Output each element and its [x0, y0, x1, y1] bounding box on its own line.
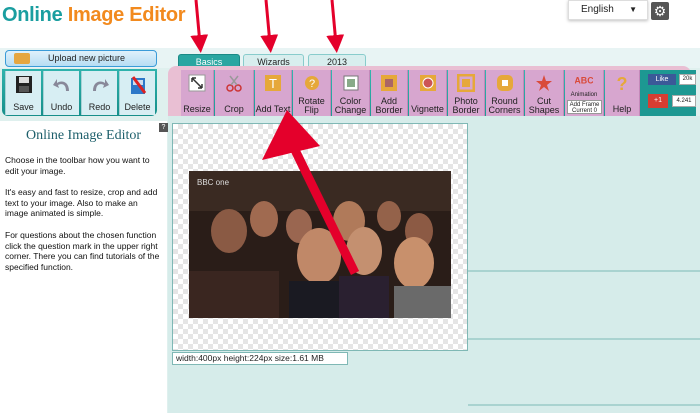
tool-cut-shapes-label: Cut Shapes [525, 97, 563, 115]
change-label: Change [334, 105, 367, 115]
rotate-icon: ? [304, 76, 319, 90]
panel-paragraph-2: It's easy and fast to resize, crop and a… [5, 187, 158, 218]
photo-watermark: BBC one [197, 178, 230, 187]
tool-add-text-label: Add Text [255, 104, 291, 114]
folder-icon [14, 53, 30, 64]
help-icon: ? [617, 74, 628, 92]
tool-help-button[interactable]: ? Help [605, 70, 640, 116]
language-value: English [581, 4, 614, 15]
tool-cut-shapes-button[interactable]: Cut Shapes [525, 70, 564, 116]
header: Online Image Editor English ▼ ⚙ [0, 0, 700, 48]
delete-label: Delete [124, 102, 151, 112]
svg-text:ABC: ABC [575, 76, 593, 86]
tool-crop-button[interactable]: Crop [215, 70, 254, 116]
save-button[interactable]: Save [5, 71, 41, 115]
tool-round-corners-button[interactable]: Round Corners [486, 70, 524, 116]
panel-paragraph-3: For questions about the chosen function … [5, 230, 160, 272]
text-icon: T [265, 75, 281, 91]
edited-photo[interactable]: BBC one [189, 171, 451, 318]
redo-icon [93, 79, 109, 91]
divider-line [468, 270, 700, 272]
tool-add-border-button[interactable]: Add Border [371, 70, 408, 116]
animation-abc-icon: ABC [575, 76, 593, 86]
facebook-like-button[interactable]: Like [648, 74, 676, 85]
svg-text:?: ? [308, 78, 314, 90]
svg-text:?: ? [617, 74, 628, 92]
border-icon [381, 75, 397, 91]
gplus-label: +1 [654, 97, 662, 104]
tool-rotate-flip-button[interactable]: ? Rotate Flip [293, 70, 331, 116]
panel-paragraph-1: Choose in the toolbar how you want to ed… [5, 155, 150, 176]
tool-crop-label: Crop [224, 104, 244, 114]
logo-text-part2: Image Editor [67, 4, 186, 26]
color-icon [343, 75, 358, 91]
info-panel: Online Image Editor Choose in the toolba… [0, 121, 167, 413]
upload-button[interactable]: Upload new picture [5, 50, 157, 67]
border2-label: Border [452, 105, 480, 115]
animation-label: Animation [570, 92, 598, 98]
tool-help-label: Help [612, 104, 632, 114]
save-label: Save [13, 102, 34, 112]
tool-add-text-button[interactable]: T Add Text [255, 70, 292, 116]
redo-label: Redo [88, 102, 111, 112]
tool-round-corners-label: Round Corners [486, 97, 523, 115]
panel-help-icon[interactable]: ? [159, 123, 168, 132]
corners-label: Corners [488, 105, 521, 115]
delete-button[interactable]: Delete [119, 71, 155, 115]
tool-resize-button[interactable]: Resize [181, 70, 214, 116]
tool-add-border-label: Add Border [371, 97, 407, 115]
undo-label: Undo [50, 102, 73, 112]
fb-like-label: Like [655, 76, 669, 83]
tool-photo-border-label: Photo Border [448, 97, 484, 115]
language-select[interactable]: English ▼ [568, 0, 648, 20]
google-plus-button[interactable]: +1 [648, 94, 668, 108]
svg-text:T: T [269, 76, 277, 91]
flip-label: Flip [304, 105, 319, 115]
tool-rotate-flip-label: Rotate Flip [293, 97, 330, 115]
tool-resize-label: Resize [183, 104, 211, 114]
panel-title: Online Image Editor [25, 128, 142, 143]
dropdown-caret-icon: ▼ [629, 5, 637, 14]
file-toolbar: Save Undo Redo Delete [2, 69, 157, 116]
logo-text-part1: Online [2, 4, 68, 26]
photo-border-icon [457, 74, 475, 92]
site-logo[interactable]: Online Image Editor [2, 4, 186, 27]
shapes-label: Shapes [528, 105, 560, 115]
upload-label: Upload new picture [48, 53, 126, 63]
divider-line [468, 404, 700, 406]
divider-line [468, 338, 700, 340]
tool-photo-border-button[interactable]: Photo Border [448, 70, 485, 116]
google-plus-count: 4.241 [672, 95, 696, 107]
tool-color-change-button[interactable]: Color Change [332, 70, 370, 116]
image-info-bar: width:400px height:224px size:1.61 MB [172, 352, 348, 365]
settings-gear-icon[interactable]: ⚙ [651, 2, 669, 20]
border-label: Border [375, 105, 403, 115]
undo-icon [53, 79, 69, 91]
resize-icon [188, 74, 206, 92]
redo-button[interactable]: Redo [81, 71, 117, 115]
tool-color-change-label: Color Change [332, 97, 369, 115]
facebook-like-count: 20k [679, 74, 696, 85]
add-frame-box: Add Frame Current 0 [567, 100, 602, 114]
tool-vignette-label: Vignette [411, 104, 444, 114]
vignette-icon [419, 75, 436, 91]
save-icon [16, 76, 32, 93]
delete-icon [131, 76, 147, 94]
scissors-icon [226, 75, 242, 92]
undo-button[interactable]: Undo [43, 71, 79, 115]
round-corners-icon [496, 75, 513, 91]
current-frame-label: Current 0 [571, 108, 597, 114]
shapes-icon [536, 75, 552, 91]
add-frame-button[interactable]: ABC Animation Add Frame Current 0 [565, 70, 604, 116]
tool-vignette-button[interactable]: Vignette [409, 70, 447, 116]
